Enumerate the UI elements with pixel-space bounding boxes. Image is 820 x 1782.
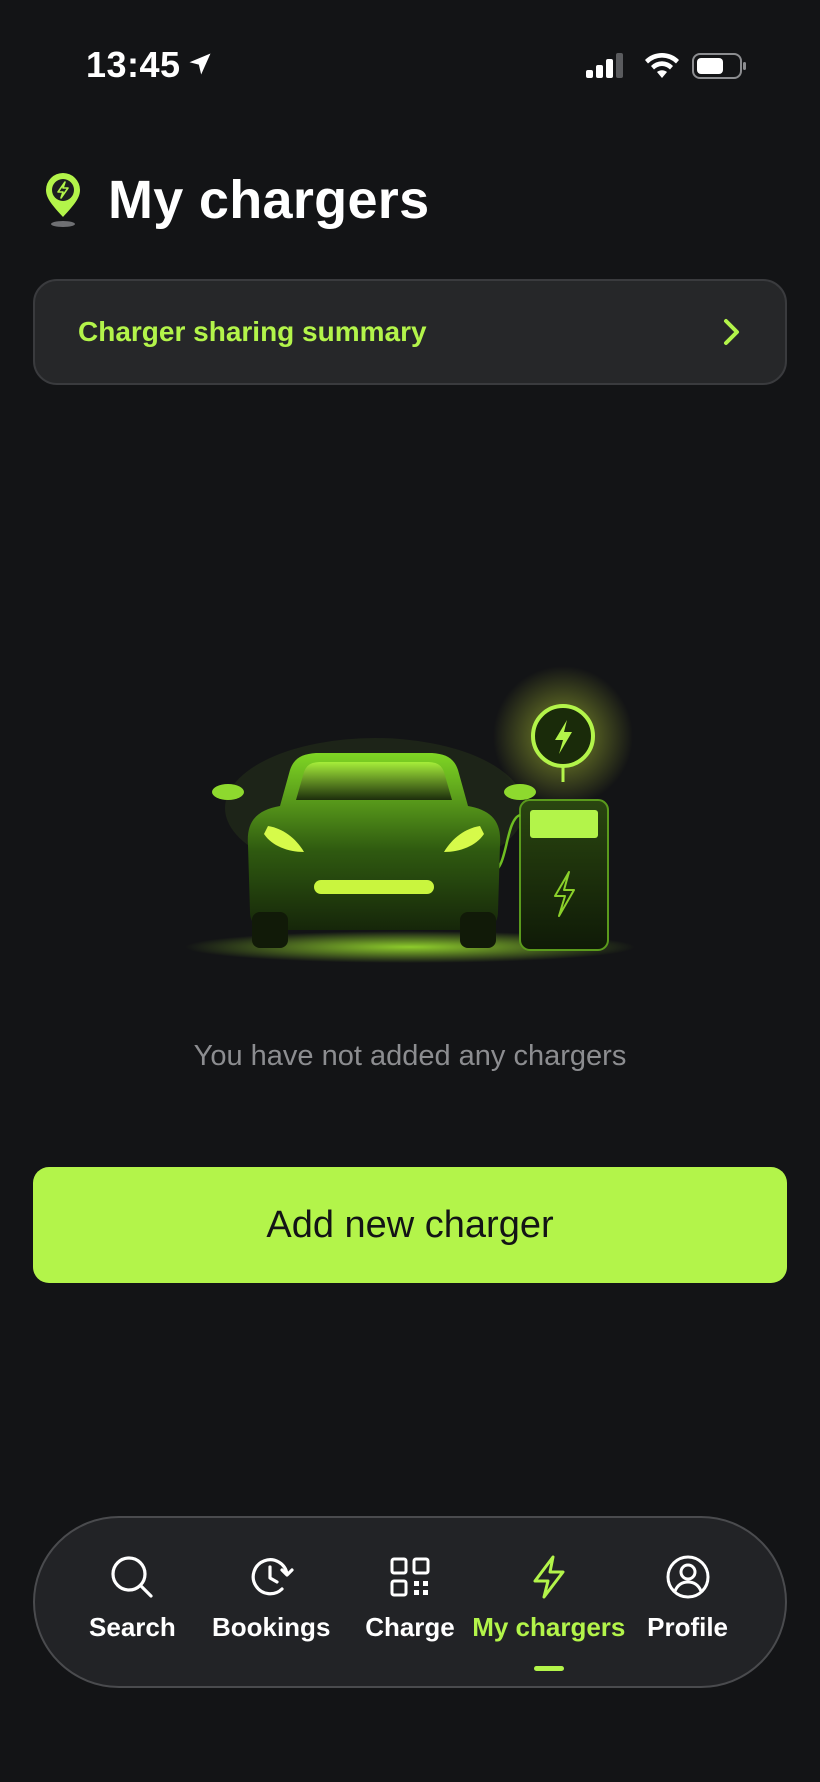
battery-icon	[692, 53, 746, 79]
lightning-icon	[533, 1555, 565, 1599]
nav-label-bookings: Bookings	[211, 1612, 331, 1642]
qr-code-icon	[390, 1557, 430, 1597]
page-title: My chargers	[108, 170, 430, 230]
charger-sharing-summary-card[interactable]: Charger sharing summary	[33, 279, 787, 385]
signal-icon	[586, 53, 623, 78]
search-icon	[111, 1556, 153, 1598]
nav-item-search[interactable]: Search	[67, 1554, 197, 1643]
nav-item-charge[interactable]: Charge	[345, 1554, 475, 1643]
status-time: 13:45	[86, 44, 181, 85]
nav-item-my-chargers[interactable]: My chargers	[472, 1554, 625, 1671]
car-charging-illustration	[185, 666, 635, 963]
nav-label-my-chargers: My chargers	[472, 1612, 626, 1642]
nav-label-profile: Profile	[647, 1612, 729, 1642]
nav-item-bookings[interactable]: Bookings	[206, 1554, 336, 1643]
location-arrow-icon	[189, 53, 211, 75]
charger-pin-icon	[46, 173, 80, 227]
nav-label-charge: Charge	[365, 1612, 455, 1642]
add-new-charger-button[interactable]: Add new charger	[33, 1167, 787, 1283]
summary-card-label: Charger sharing summary	[78, 316, 427, 347]
wifi-icon	[645, 52, 679, 78]
chevron-right-icon	[724, 319, 739, 345]
active-tab-indicator	[533, 1666, 564, 1671]
nav-label-search: Search	[89, 1612, 176, 1642]
bottom-nav: Search Bookings Charge My chargers Profi…	[33, 1516, 787, 1688]
empty-state-message: You have not added any chargers	[193, 1040, 627, 1072]
nav-item-profile[interactable]: Profile	[623, 1554, 753, 1643]
user-icon	[666, 1555, 710, 1599]
clock-icon	[251, 1558, 294, 1596]
my-chargers-screen: 13:45 My chargers Charger sharing summar…	[0, 0, 820, 1782]
status-bar: 13:45	[0, 0, 820, 130]
page-header: My chargers	[42, 168, 429, 232]
